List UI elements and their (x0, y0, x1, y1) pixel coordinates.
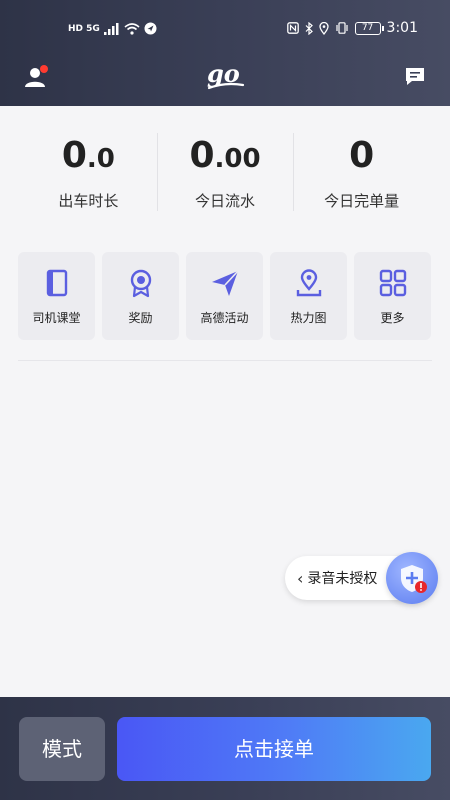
stat-value: 0.0 (61, 135, 115, 176)
signal-icon (103, 22, 119, 35)
app-header: HD 5G 77 3:01 go (0, 0, 450, 106)
message-icon[interactable] (404, 66, 426, 88)
book-icon (46, 269, 67, 297)
nfc-icon (286, 22, 299, 34)
stat-today-revenue[interactable]: 0.00 今日流水 (156, 130, 294, 215)
content-divider (18, 360, 432, 361)
medal-icon (130, 269, 151, 298)
mode-button[interactable]: 模式 (19, 717, 105, 781)
quick-action-rewards[interactable]: 奖励 (102, 252, 179, 340)
user-profile-icon[interactable] (24, 64, 50, 90)
quick-action-more[interactable]: 更多 (354, 252, 431, 340)
stat-value: 0.00 (189, 135, 261, 176)
wifi-icon (124, 22, 140, 35)
quick-action-driver-class[interactable]: 司机课堂 (18, 252, 95, 340)
stat-label: 今日完单量 (324, 192, 400, 210)
vibrate-icon (335, 22, 348, 34)
stats-panel: 0.0 出车时长 0.00 今日流水 0 今日完单量 (20, 130, 430, 215)
stat-value: 0 (349, 135, 375, 176)
quick-actions: 司机课堂 奖励 高德活动 热力图 更多 (18, 252, 432, 340)
stat-drive-time[interactable]: 0.0 出车时长 (20, 130, 157, 215)
battery-indicator: 77 (354, 21, 384, 35)
paper-plane-icon (211, 270, 239, 296)
app-logo: go (207, 60, 245, 90)
stat-label: 今日流水 (195, 192, 256, 210)
bluetooth-icon (305, 21, 313, 35)
status-right: 77 3:01 (286, 20, 418, 36)
shield-icon (401, 565, 427, 593)
status-bar: HD 5G 77 3:01 (0, 14, 450, 42)
location-arrow-icon (144, 22, 157, 35)
bottom-action-bar: 模式 点击接单 (0, 697, 450, 800)
chevron-left-icon: ‹ (297, 568, 304, 588)
quick-action-amap-events[interactable]: 高德活动 (186, 252, 263, 340)
notification-dot (40, 65, 48, 73)
safety-shield-button[interactable] (386, 552, 438, 604)
quick-action-heatmap[interactable]: 热力图 (270, 252, 347, 340)
map-pin-icon (296, 269, 321, 297)
accept-orders-button[interactable]: 点击接单 (117, 717, 431, 781)
status-time: 3:01 (386, 20, 418, 36)
grid-icon (379, 269, 406, 297)
stat-label: 出车时长 (58, 192, 119, 210)
status-left: HD 5G (68, 22, 157, 35)
recording-permission-label: 录音未授权 (307, 571, 378, 587)
location-pin-icon (318, 21, 329, 35)
stat-completed-orders[interactable]: 0 今日完单量 (293, 130, 430, 215)
network-type: HD 5G (68, 23, 100, 34)
